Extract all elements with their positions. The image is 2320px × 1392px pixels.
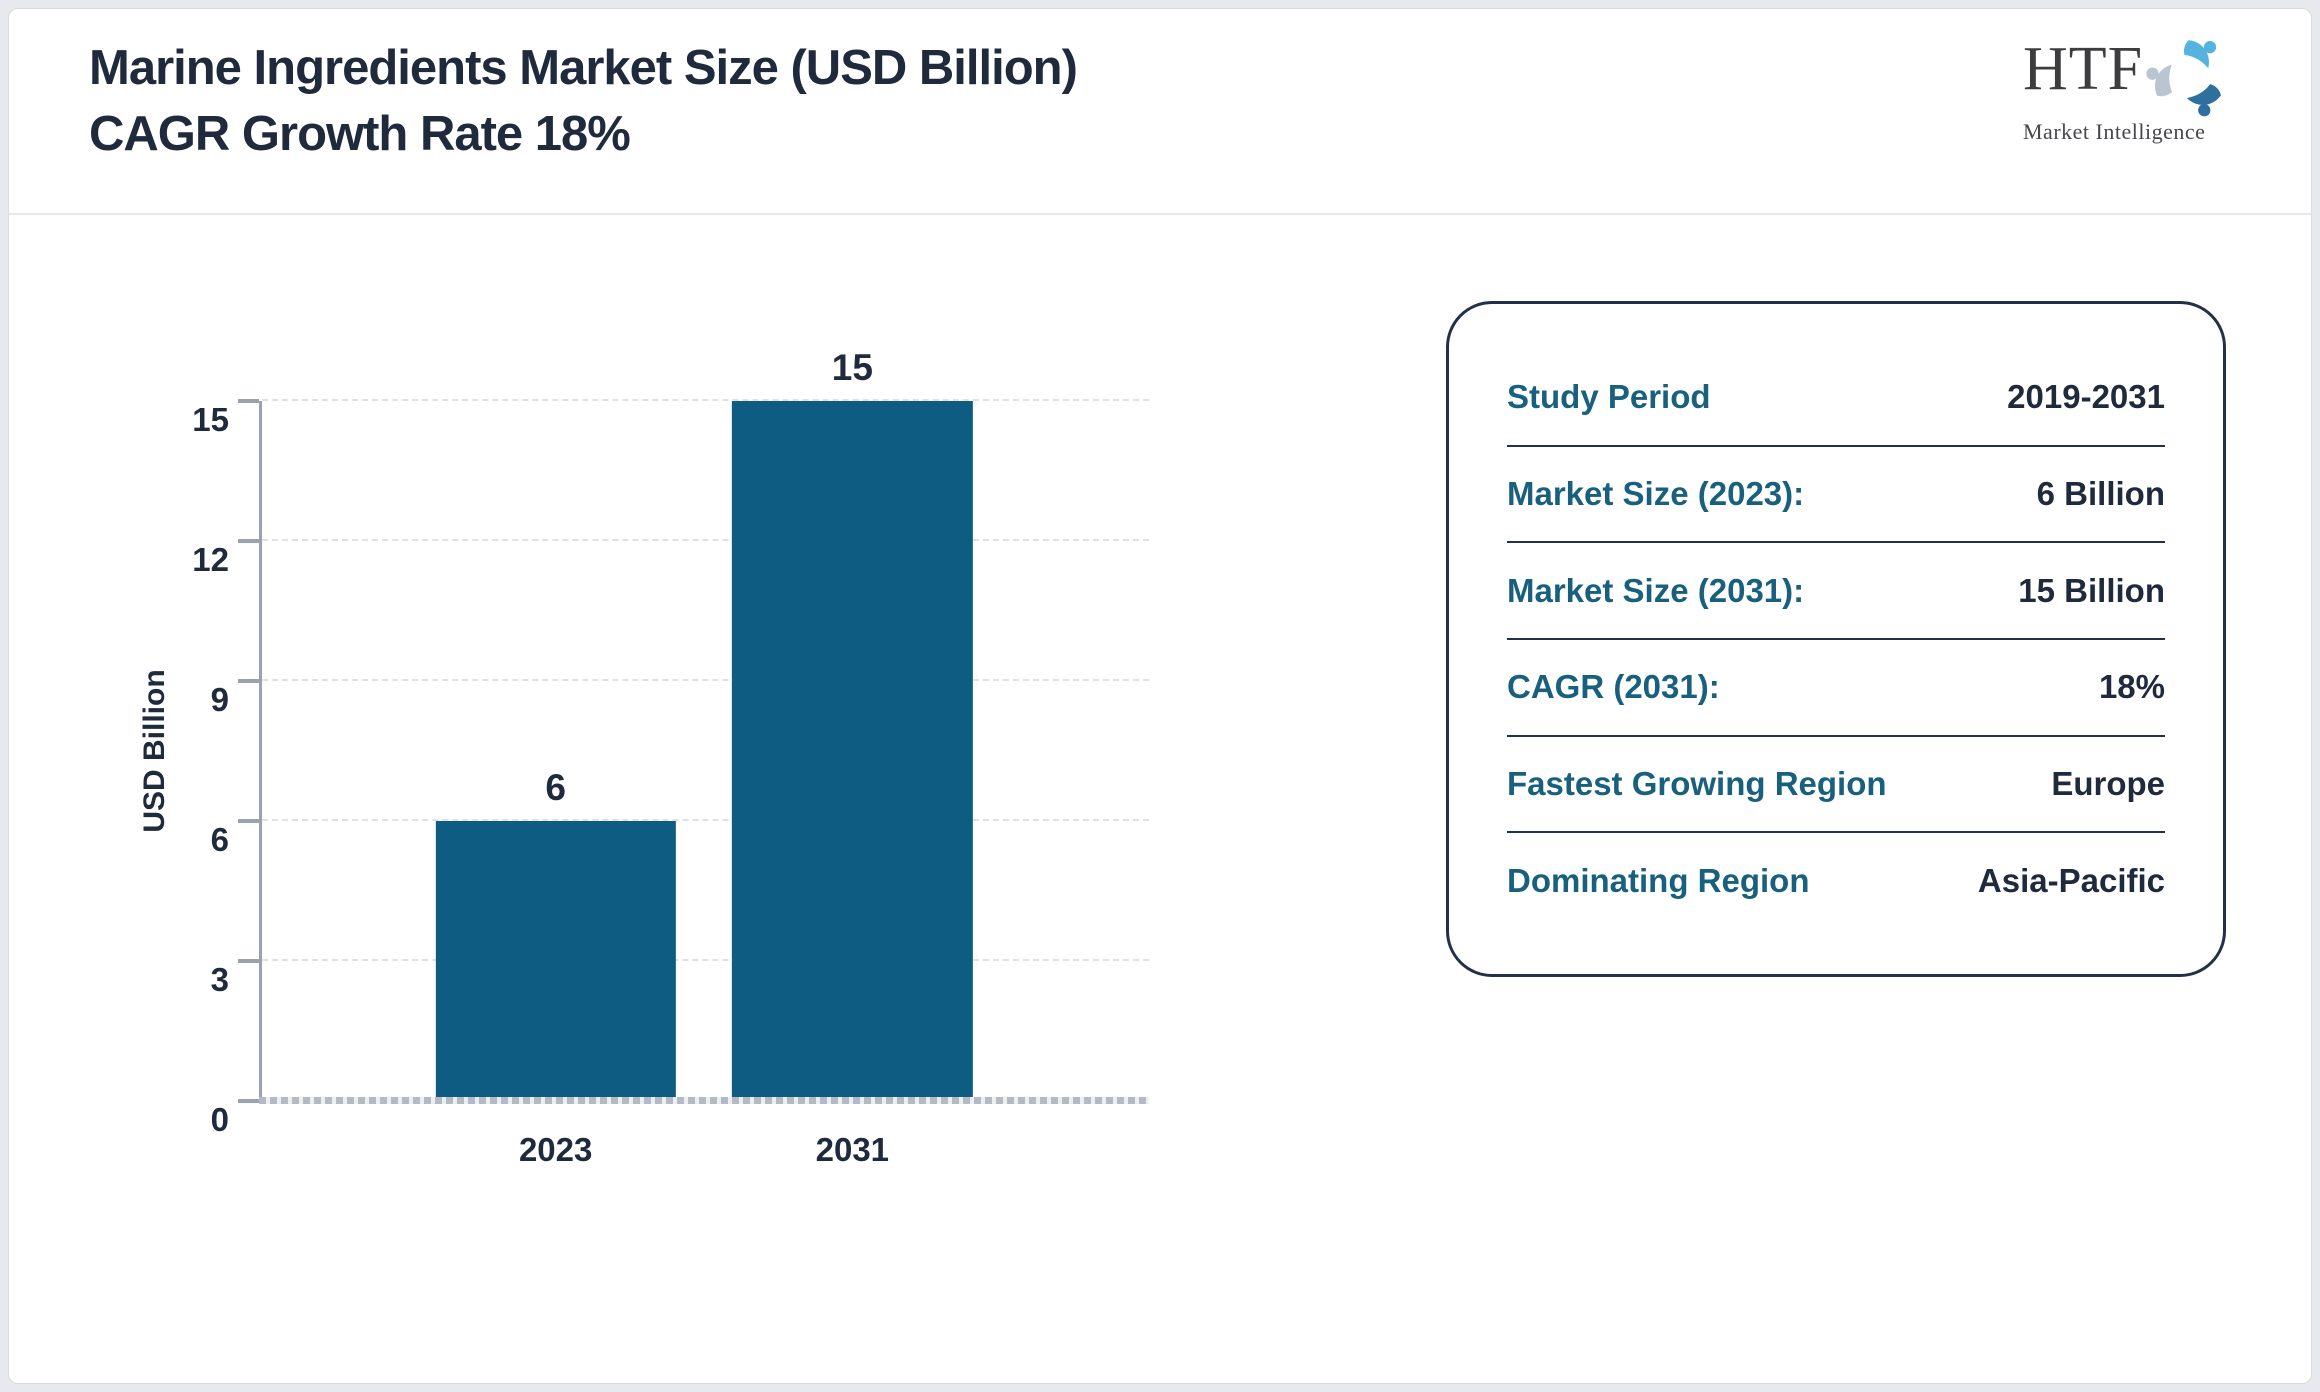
report-card: Marine Ingredients Market Size (USD Bill… (8, 8, 2312, 1384)
htf-logo-tagline: Market Intelligence (2023, 119, 2233, 145)
info-row-value: 6 Billion (2037, 475, 2165, 513)
info-row-1: Market Size (2023): 6 Billion (1507, 447, 2165, 544)
info-panel: Study Period 2019-2031 Market Size (2023):… (1446, 301, 2226, 977)
bar-2031: 15 (732, 401, 972, 1101)
info-row-label: Market Size (2023): (1507, 475, 1804, 513)
info-row-4: Fastest Growing Region Europe (1507, 737, 2165, 834)
y-tick-mark-9 (238, 679, 259, 683)
page-title-line-2: CAGR Growth Rate 18% (89, 101, 1077, 167)
report-header: Marine Ingredients Market Size (USD Bill… (9, 9, 2311, 215)
x-tick-label-2031: 2031 (816, 1131, 889, 1169)
y-tick-mark-3 (238, 959, 259, 963)
gridline-3 (262, 959, 1149, 961)
y-tick-mark-12 (238, 539, 259, 543)
y-tick-mark-0 (238, 1099, 259, 1103)
bar-chart-plot: 0369121562023152031 (259, 401, 1149, 1101)
info-row-value: 2019-2031 (2007, 378, 2165, 416)
info-row-value: Asia-Pacific (1978, 862, 2165, 900)
y-tick-mark-15 (238, 399, 259, 403)
info-row-label: CAGR (2031): (1507, 668, 1720, 706)
bar-value-2031: 15 (832, 347, 873, 389)
bar-value-2023: 6 (545, 767, 566, 809)
y-axis-line (259, 401, 262, 1101)
page-title: Marine Ingredients Market Size (USD Bill… (89, 35, 1077, 167)
info-row-2: Market Size (2031): 15 Billion (1507, 543, 2165, 640)
htf-swirl-people-icon (2145, 29, 2233, 125)
gridline-15 (262, 399, 1149, 401)
gridline-6 (262, 819, 1149, 821)
info-row-value: 15 Billion (2018, 572, 2165, 610)
x-tick-label-2023: 2023 (519, 1131, 592, 1169)
info-row-5: Dominating Region Asia-Pacific (1507, 833, 2165, 928)
info-row-label: Study Period (1507, 378, 1711, 416)
gridline-12 (262, 539, 1149, 541)
page-title-line-1: Marine Ingredients Market Size (USD Bill… (89, 35, 1077, 101)
y-axis-title: USD Billion (138, 669, 172, 832)
info-row-value: 18% (2099, 668, 2165, 706)
info-row-label: Dominating Region (1507, 862, 1809, 900)
gridline-9 (262, 679, 1149, 681)
x-axis-baseline (259, 1097, 1149, 1104)
bar-2023: 6 (436, 821, 676, 1101)
y-tick-mark-6 (238, 819, 259, 823)
info-row-label: Fastest Growing Region (1507, 765, 1887, 803)
info-row-label: Market Size (2031): (1507, 572, 1804, 610)
info-row-3: CAGR (2031): 18% (1507, 640, 2165, 737)
info-row-0: Study Period 2019-2031 (1507, 350, 2165, 447)
htf-logo: HTF Market Intelligence (2023, 23, 2233, 145)
info-row-value: Europe (2051, 765, 2165, 803)
htf-logo-text: HTF (2023, 23, 2143, 115)
